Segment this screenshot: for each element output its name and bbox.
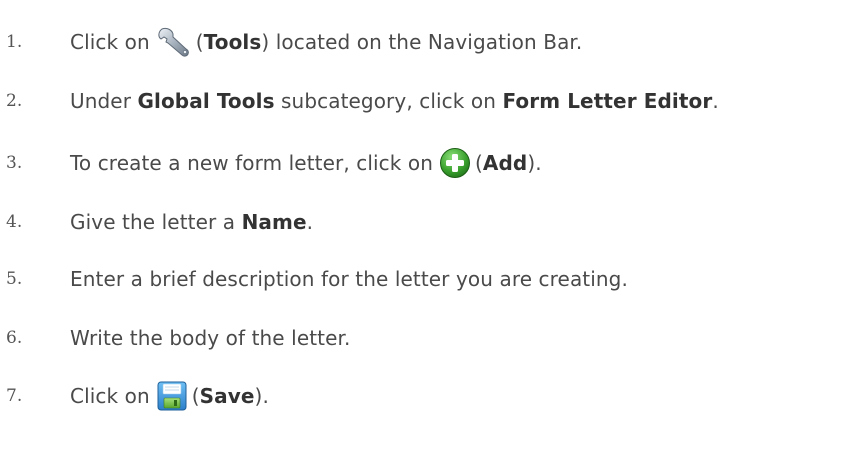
step-bold: Name [241, 210, 307, 234]
step-number: 5. [6, 269, 23, 289]
step-bold: Save [199, 384, 255, 408]
wrench-icon [156, 25, 192, 59]
step-text-post: ). [254, 384, 269, 408]
step-paren-open: ( [191, 384, 200, 408]
step-text-pre: To create a new form letter, click on [70, 151, 433, 175]
step-text: Click on ( Tools ) located on the Naviga… [70, 25, 582, 59]
step-text: Write the body of the letter. [70, 326, 351, 350]
step-bold-1: Global Tools [137, 89, 275, 113]
step-paren-open: ( [475, 151, 483, 175]
step-text-pre: Under [70, 89, 138, 113]
step-bold: Add [482, 151, 528, 175]
step-text: To create a new form letter, click on (… [70, 147, 542, 179]
step-text: Under Global Tools subcategory, click on… [70, 89, 719, 113]
step-text-post: . [306, 210, 314, 234]
step-text-post: ) located on the Navigation Bar. [261, 30, 583, 54]
step-number: 4. [6, 212, 23, 232]
step-text-pre: Click on [70, 30, 150, 54]
step-number: 6. [6, 328, 23, 348]
step-bold: Tools [203, 30, 262, 54]
step-text-post: . [712, 89, 719, 113]
instruction-list: 1. Click on ( Tools ) located on the Nav… [0, 0, 857, 449]
step-number: 2. [6, 91, 23, 111]
step-number: 7. [6, 386, 23, 406]
step-text-pre: Give the letter a [70, 210, 242, 234]
step-text-mid: subcategory, click on [274, 89, 503, 113]
step-paren-open: ( [195, 30, 204, 54]
step-text: Give the letter a Name . [70, 210, 313, 234]
step-number: 1. [6, 32, 23, 52]
step-text: Click on (Save). [70, 380, 269, 412]
step-number: 3. [6, 153, 23, 173]
step-text-pre: Click on [70, 384, 150, 408]
step-text-post: ). [527, 151, 542, 175]
save-icon [156, 380, 188, 412]
step-text: Enter a brief description for the letter… [70, 267, 628, 291]
add-icon [439, 147, 471, 179]
step-bold-2: Form Letter Editor [502, 89, 713, 113]
